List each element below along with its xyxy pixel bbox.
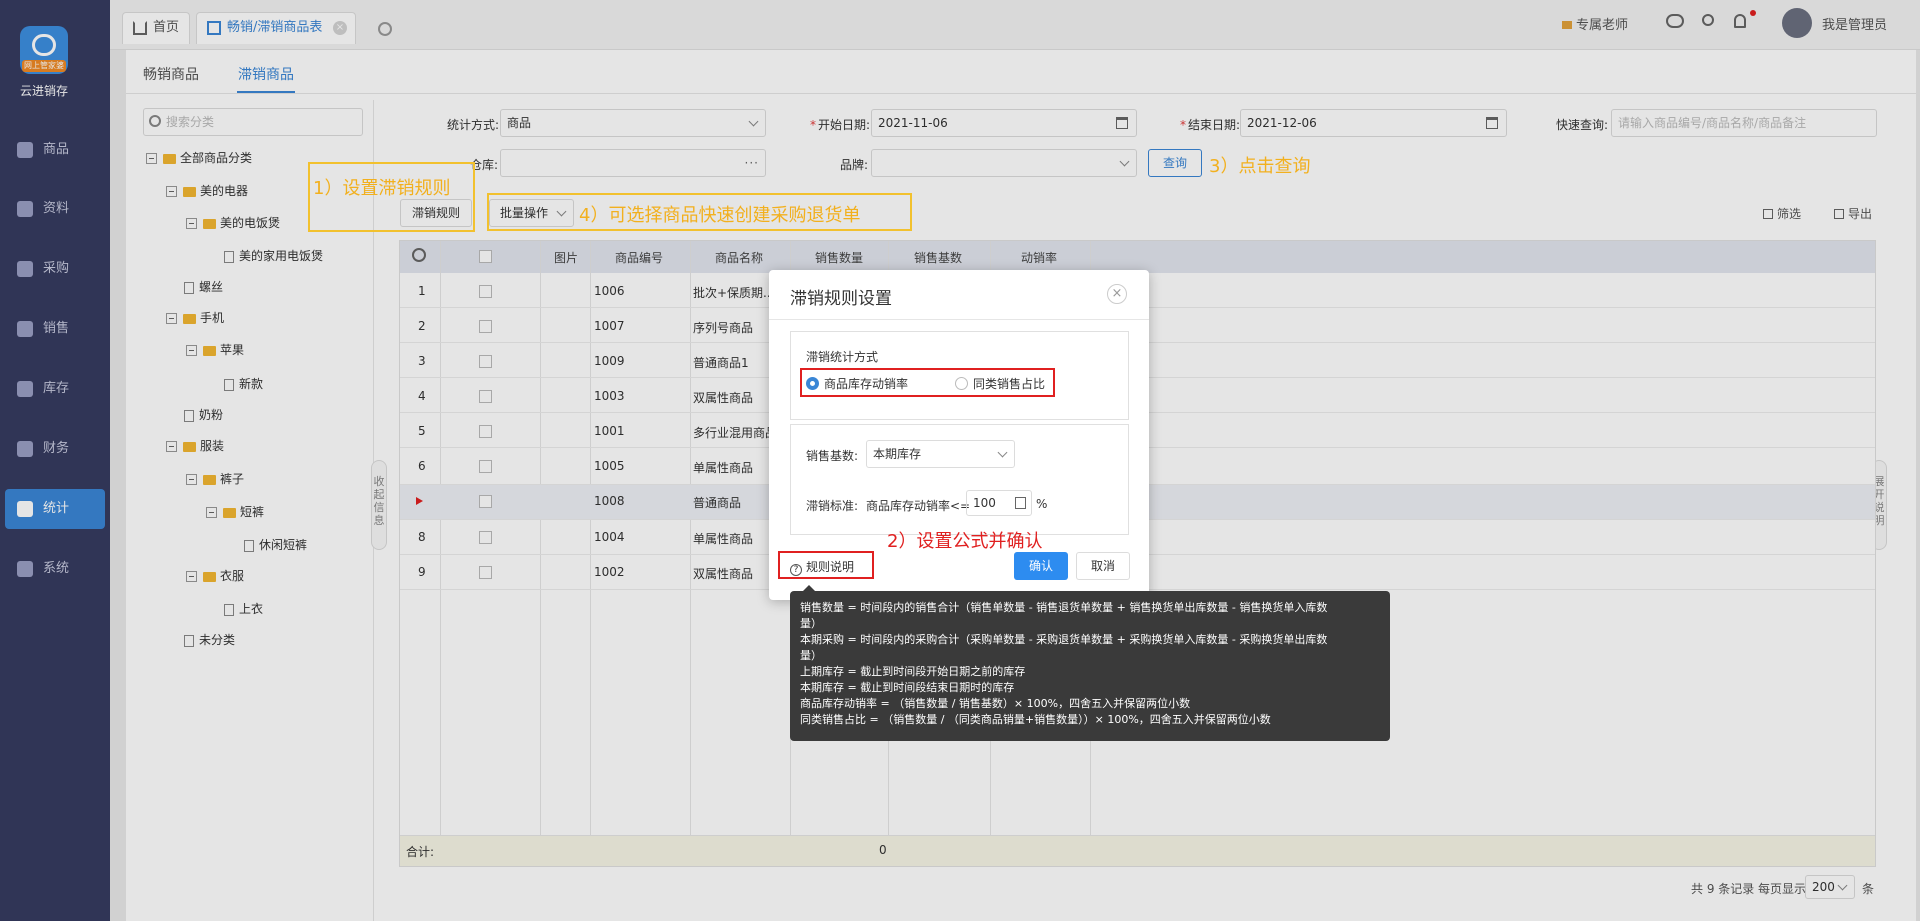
close-icon[interactable]: ×: [1107, 284, 1127, 304]
annotation-box-radio: [800, 368, 1055, 397]
sales-base-label: 销售基数:: [806, 449, 859, 463]
tooltip-line: 本期采购 = 时间段内的采购合计（采购单数量 - 采购退货单数量 + 采购换货单…: [800, 633, 1328, 646]
annotation-4: 4）可选择商品快速创建采购退货单: [579, 205, 861, 226]
standard-label: 滞销标准:: [806, 499, 859, 513]
tooltip-line: 销售数量 = 时间段内的销售合计（销售单数量 - 销售退货单数量 + 销售换货单…: [800, 601, 1328, 614]
method-label: 滞销统计方式: [806, 350, 879, 364]
tooltip-line: 商品库存动销率 = （销售数量 / 销售基数）× 100%，四舍五入并保留两位小…: [800, 697, 1191, 710]
rule-help-tooltip: 销售数量 = 时间段内的销售合计（销售单数量 - 销售退货单数量 + 销售换货单…: [790, 591, 1390, 741]
tooltip-line: 上期库存 = 截止到时间段开始日期之前的库存: [800, 665, 1026, 678]
tooltip-line: 量）: [800, 617, 822, 630]
standard-value-input[interactable]: 100: [966, 490, 1032, 516]
annotation-2: 2）设置公式并确认: [887, 531, 1043, 552]
sales-base-select[interactable]: 本期库存: [866, 440, 1015, 468]
percent-sign: %: [1036, 497, 1048, 511]
cancel-button[interactable]: 取消: [1076, 552, 1130, 580]
dialog-divider: [769, 319, 1149, 320]
chevron-down-icon: [997, 447, 1008, 458]
calculator-icon: [1015, 497, 1026, 509]
annotation-3: 3）点击查询: [1209, 156, 1311, 177]
confirm-button[interactable]: 确认: [1014, 552, 1068, 580]
tooltip-line: 量）: [800, 649, 822, 662]
annotation-box-help: [778, 551, 874, 579]
tooltip-line: 同类销售占比 = （销售数量 / （同类商品销量+销售数量））× 100%，四舍…: [800, 713, 1271, 726]
tooltip-line: 本期库存 = 截止到时间段结束日期时的库存: [800, 681, 1015, 694]
annotation-1: 1）设置滞销规则: [313, 178, 451, 199]
dialog-title: 滞销规则设置: [790, 289, 892, 309]
standard-text: 商品库存动销率<=: [866, 499, 971, 513]
